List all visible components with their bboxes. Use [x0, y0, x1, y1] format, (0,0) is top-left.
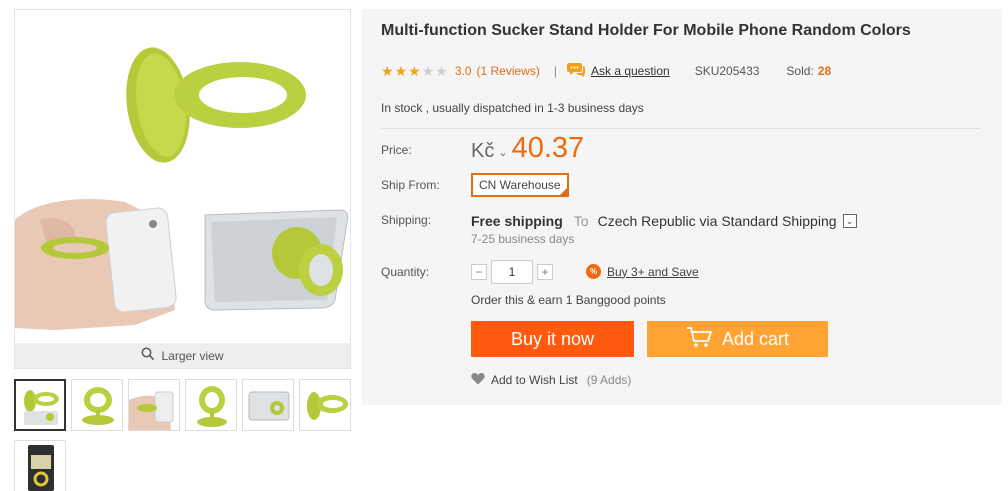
product-title: Multi-function Sucker Stand Holder For M…: [381, 22, 911, 39]
quantity-increase-button[interactable]: +: [537, 264, 553, 280]
wishlist-count: (9 Adds): [586, 373, 632, 387]
bulk-promo: % Buy 3+ and Save: [586, 264, 699, 279]
wishlist-label[interactable]: Add to Wish List: [491, 373, 578, 387]
price-label: Price:: [381, 143, 412, 157]
add-cart-button[interactable]: Add cart: [647, 321, 828, 357]
rating-row: ★ ★ ★ ★ ★ 3.0 (1 Reviews) | Ask a questi…: [381, 62, 831, 80]
selected-corner-icon: [559, 188, 567, 195]
thumbnail-6[interactable]: [299, 379, 351, 431]
points-text: Order this & earn 1 Banggood points: [471, 293, 666, 307]
quantity-label: Quantity:: [381, 265, 430, 279]
product-info-panel: Multi-function Sucker Stand Holder For M…: [362, 9, 1002, 405]
thumbnail-4[interactable]: [185, 379, 237, 431]
chevron-down-icon[interactable]: ⌄: [498, 146, 507, 159]
quantity-stepper: − +: [471, 260, 553, 284]
rating-value: 3.0: [454, 64, 472, 78]
shipping-label: Shipping:: [381, 213, 432, 227]
cart-icon: [686, 326, 712, 353]
thumbnail-5[interactable]: [242, 379, 294, 431]
stock-status: In stock , usually dispatched in 1-3 bus…: [381, 101, 644, 115]
shipping-dropdown-icon[interactable]: ⌄: [842, 214, 857, 228]
chat-bubble-icon[interactable]: [566, 62, 585, 80]
quantity-input[interactable]: [491, 260, 533, 284]
thumbnail-1[interactable]: [14, 379, 66, 431]
rating-stars: ★ ★ ★ ★ ★: [381, 64, 448, 78]
thumbnail-7[interactable]: [14, 440, 66, 491]
add-cart-label: Add cart: [721, 328, 790, 349]
percent-badge-icon: %: [586, 264, 601, 279]
quantity-decrease-button[interactable]: −: [471, 264, 487, 280]
shipping-to-text: To: [573, 213, 589, 229]
star-filled-icon: ★: [394, 63, 408, 79]
heart-icon[interactable]: [471, 372, 485, 388]
free-shipping-text: Free shipping: [471, 213, 563, 229]
shipping-info: Free shipping To Czech Republic via Stan…: [471, 213, 857, 229]
currency-selector[interactable]: Kč: [471, 140, 494, 163]
larger-view-label: Larger view: [161, 348, 224, 363]
thumbnail-3[interactable]: [128, 379, 180, 431]
ship-from-label: Ship From:: [381, 178, 440, 192]
buy-now-button[interactable]: Buy it now: [471, 321, 634, 357]
star-filled-icon: ★: [408, 63, 421, 79]
shipping-destination[interactable]: Czech Republic via Standard Shipping: [598, 213, 837, 229]
sku-text: SKU205433: [694, 64, 760, 78]
warehouse-label: CN Warehouse: [479, 178, 561, 192]
larger-view-button[interactable]: Larger view: [15, 343, 350, 368]
main-product-image[interactable]: Larger view: [14, 9, 351, 369]
star-empty-icon: ★: [435, 63, 448, 79]
ask-question-link[interactable]: Ask a question: [591, 64, 670, 78]
magnifier-icon: [141, 347, 155, 364]
sold-label: Sold:: [786, 64, 814, 78]
separator: |: [553, 64, 557, 78]
thumbnail-2[interactable]: [71, 379, 123, 431]
warehouse-option-cn[interactable]: CN Warehouse: [471, 173, 569, 197]
sold-count: 28: [817, 64, 832, 78]
price-value: 40.37: [511, 132, 585, 164]
shipping-days: 7-25 business days: [471, 232, 575, 246]
star-empty-icon: ★: [421, 63, 435, 79]
reviews-link[interactable]: (1 Reviews): [477, 64, 540, 78]
divider: [381, 128, 981, 129]
wishlist-row[interactable]: Add to Wish List (9 Adds): [471, 372, 631, 388]
star-filled-icon: ★: [381, 63, 394, 79]
product-photo: [15, 47, 349, 330]
buy-3-save-link[interactable]: Buy 3+ and Save: [607, 265, 699, 279]
price-row: Kč ⌄ 40.37: [471, 133, 584, 163]
